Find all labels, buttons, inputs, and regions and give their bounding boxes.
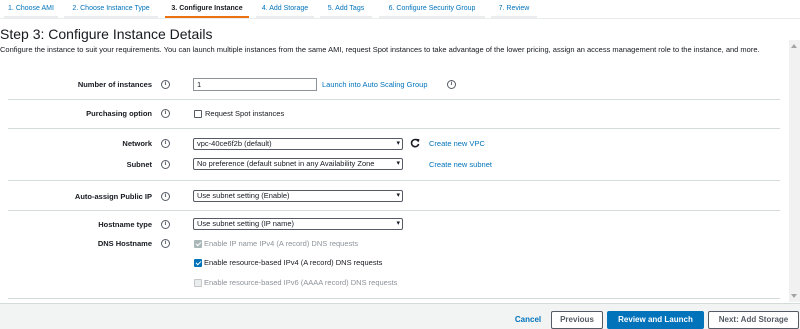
scroll-down-arrow-icon[interactable] <box>791 294 797 298</box>
ipv4-ip-name-dns-label: Enable IP name IPv4 (A record) DNS reque… <box>204 239 359 248</box>
public-ip-select-value: Use subnet setting (Enable) <box>197 191 290 200</box>
network-select-value: vpc-40ce6f2b (default) <box>197 139 272 148</box>
subnet-label: Subnet <box>126 160 152 169</box>
divider <box>8 298 780 299</box>
review-and-launch-button[interactable]: Review and Launch <box>607 311 704 329</box>
next-add-storage-button[interactable]: Next: Add Storage <box>708 311 799 329</box>
divider <box>8 99 780 100</box>
divider <box>8 180 780 181</box>
info-icon[interactable]: i <box>161 139 170 148</box>
ipv6-resource-dns-checkbox <box>194 279 202 287</box>
chevron-down-icon: ▾ <box>396 220 400 227</box>
step-choose-instance-type[interactable]: 2. Choose Instance Type <box>62 0 160 18</box>
info-icon[interactable]: i <box>161 220 170 229</box>
wizard-steps: 1. Choose AMI 2. Choose Instance Type 3.… <box>0 0 800 19</box>
page-title: Step 3: Configure Instance Details <box>0 26 213 42</box>
footer-bar: Cancel Previous Review and Launch Next: … <box>0 303 800 329</box>
network-label: Network <box>122 139 152 148</box>
spot-checkbox-label[interactable]: Request Spot instances <box>205 109 284 118</box>
create-vpc-link[interactable]: Create new VPC <box>429 139 485 148</box>
refresh-icon[interactable] <box>410 138 420 148</box>
ipv6-resource-dns-label: Enable resource-based IPv6 (AAAA record)… <box>204 278 398 287</box>
divider <box>8 128 780 129</box>
step-choose-ami[interactable]: 1. Choose AMI <box>2 0 60 18</box>
hostname-type-label: Hostname type <box>98 220 152 229</box>
step-configure-instance[interactable]: 3. Configure Instance <box>163 0 251 18</box>
hostname-type-select-value: Use subnet setting (IP name) <box>197 219 294 228</box>
previous-button[interactable]: Previous <box>551 311 603 329</box>
auto-scaling-link[interactable]: Launch into Auto Scaling Group <box>322 80 428 89</box>
info-icon[interactable]: i <box>161 192 170 201</box>
instances-input[interactable]: 1 <box>193 78 317 91</box>
scroll-up-arrow-icon[interactable] <box>791 44 797 48</box>
divider <box>8 210 780 211</box>
instances-label: Number of instances <box>77 80 152 89</box>
step-add-tags[interactable]: 5. Add Tags <box>318 0 374 18</box>
hostname-type-select[interactable]: Use subnet setting (IP name) ▾ <box>193 218 403 230</box>
scrollbar[interactable] <box>789 40 800 302</box>
step-add-storage[interactable]: 4. Add Storage <box>254 0 316 18</box>
dns-hostname-label: DNS Hostname <box>97 239 152 248</box>
step-configure-security-group[interactable]: 6. Configure Security Group <box>377 0 487 18</box>
page-description: Configure the instance to suit your requ… <box>0 45 760 54</box>
cancel-button[interactable]: Cancel <box>508 311 548 329</box>
info-icon[interactable]: i <box>161 239 170 248</box>
info-icon[interactable]: i <box>161 160 170 169</box>
chevron-down-icon: ▾ <box>395 160 400 168</box>
ipv4-resource-dns-label[interactable]: Enable resource-based IPv4 (A record) DN… <box>204 258 382 267</box>
chevron-down-icon: ▾ <box>396 140 400 147</box>
spot-checkbox[interactable] <box>194 110 202 118</box>
info-icon[interactable]: i <box>161 80 170 89</box>
network-select[interactable]: vpc-40ce6f2b (default) ▾ <box>193 138 403 150</box>
public-ip-select[interactable]: Use subnet setting (Enable) ▾ <box>193 190 403 202</box>
ipv4-resource-dns-checkbox[interactable] <box>194 259 202 267</box>
purchasing-label: Purchasing option <box>86 109 152 118</box>
chevron-down-icon: ▾ <box>396 192 400 199</box>
info-icon[interactable]: i <box>161 109 170 118</box>
step-review[interactable]: 7. Review <box>489 0 539 18</box>
subnet-select-value: No preference (default subnet in any Ava… <box>197 159 375 168</box>
ipv4-ip-name-dns-checkbox <box>194 240 202 248</box>
info-icon[interactable]: i <box>447 80 456 89</box>
public-ip-label: Auto-assign Public IP <box>74 192 152 201</box>
subnet-select[interactable]: No preference (default subnet in any Ava… <box>193 158 403 170</box>
create-subnet-link[interactable]: Create new subnet <box>429 160 492 169</box>
